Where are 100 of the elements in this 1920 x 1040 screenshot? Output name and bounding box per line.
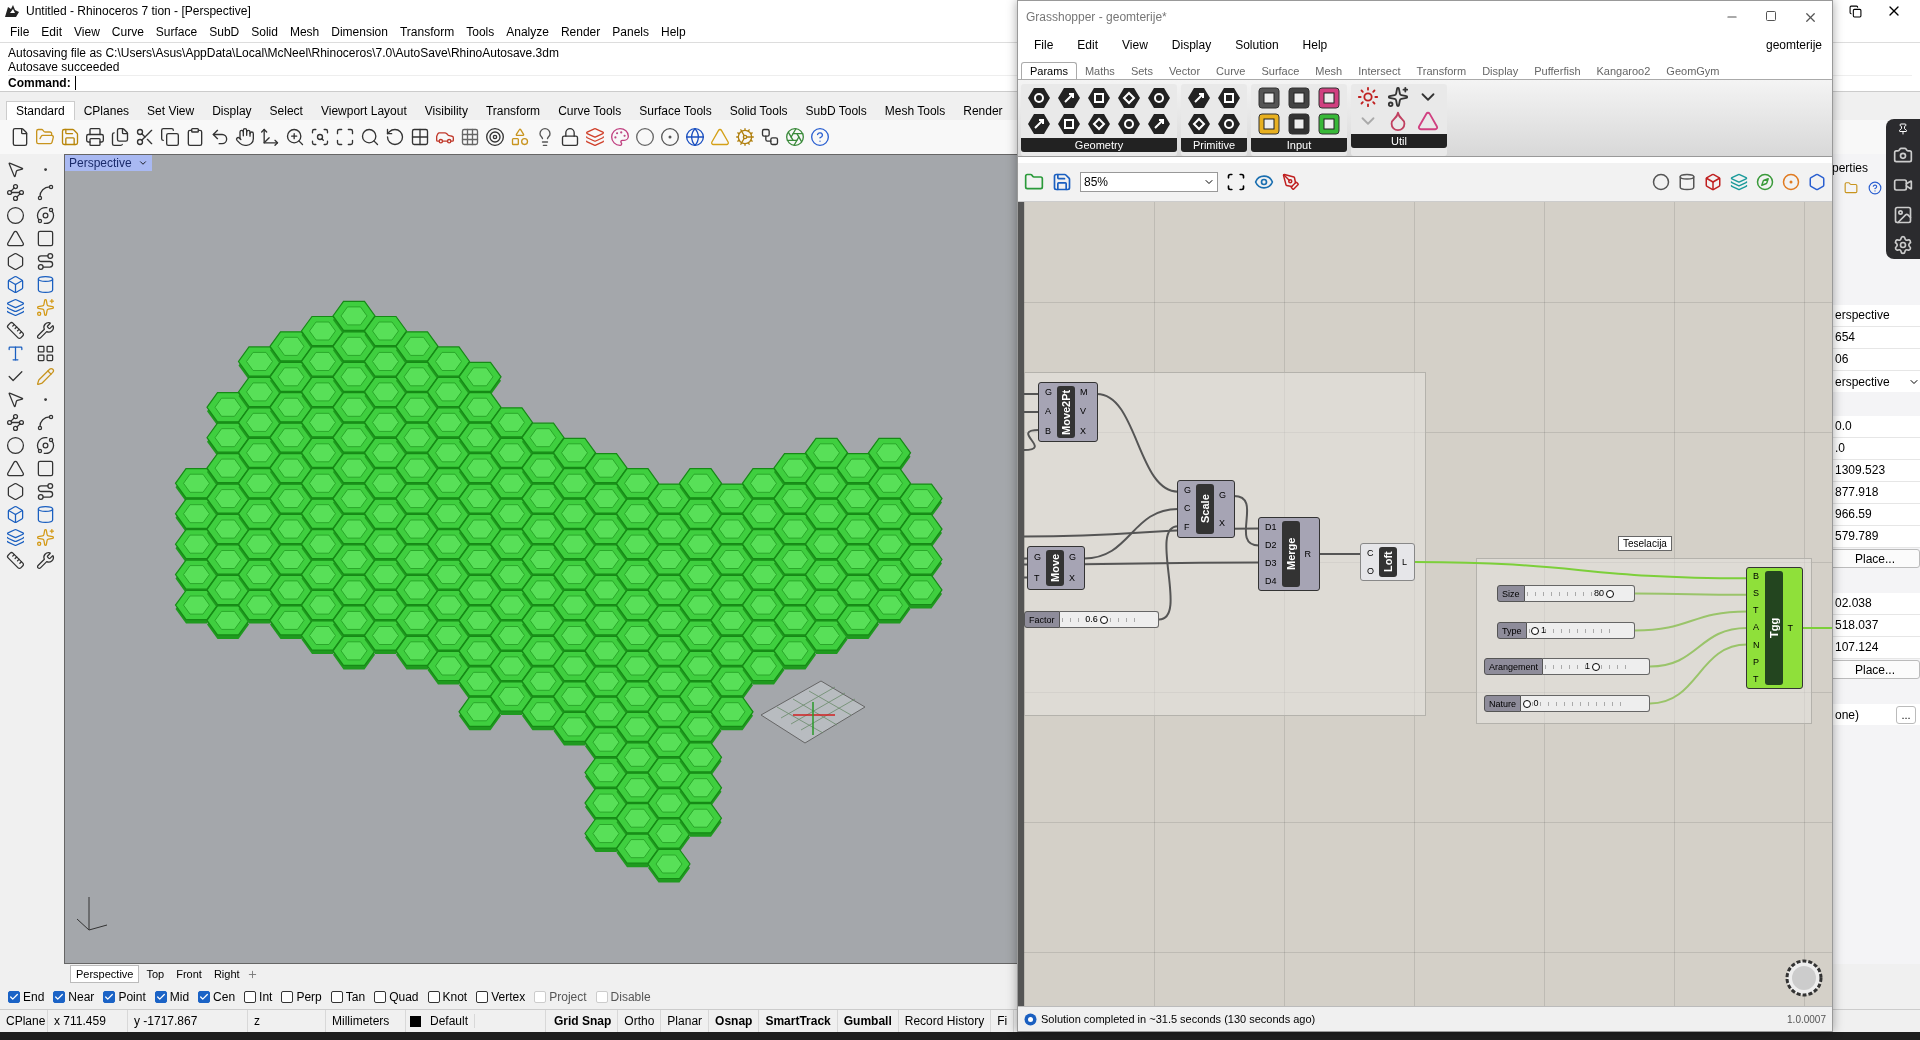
component-icon[interactable] bbox=[1287, 112, 1311, 136]
viewports-icon[interactable] bbox=[410, 127, 430, 147]
menu-item[interactable]: SubD bbox=[203, 25, 246, 39]
menu-item[interactable]: View bbox=[68, 25, 106, 39]
property-field[interactable]: 654 bbox=[1830, 327, 1920, 349]
undo-icon[interactable] bbox=[210, 127, 230, 147]
globe-icon[interactable] bbox=[685, 127, 705, 147]
menu-item[interactable]: File bbox=[4, 25, 36, 39]
menu-item[interactable]: Help bbox=[655, 25, 692, 39]
slider-thumb[interactable] bbox=[1592, 663, 1600, 671]
slider-thumb[interactable] bbox=[1605, 590, 1614, 598]
menu-item[interactable]: Mesh bbox=[283, 25, 326, 39]
slider-track[interactable]: 0 bbox=[1521, 695, 1650, 712]
toolbar-tab[interactable]: Visibility bbox=[415, 102, 477, 120]
property-field[interactable]: 579.789 bbox=[1830, 526, 1920, 548]
ribbon-tab[interactable]: Maths bbox=[1076, 63, 1123, 79]
settings-icon[interactable] bbox=[1893, 235, 1913, 255]
menu-item[interactable]: Dimension bbox=[325, 25, 394, 39]
ribbon-tab[interactable]: Display bbox=[1474, 63, 1527, 79]
property-field[interactable]: erspective bbox=[1830, 305, 1920, 327]
layers-icon[interactable] bbox=[585, 127, 605, 147]
toolbar-tab[interactable]: Mesh Tools bbox=[875, 102, 955, 120]
menu-item[interactable]: Edit bbox=[35, 25, 69, 39]
toolbar-tab[interactable]: SubD Tools bbox=[796, 102, 876, 120]
grid-icon[interactable] bbox=[36, 344, 55, 363]
component-icon[interactable] bbox=[1217, 86, 1241, 110]
menu-item[interactable]: Analyze bbox=[500, 25, 555, 39]
scissors-icon[interactable] bbox=[135, 127, 155, 147]
ribbon-tab[interactable]: Pufferfish bbox=[1526, 63, 1589, 79]
restore-icon[interactable] bbox=[1849, 4, 1862, 18]
slider-track[interactable]: 1 bbox=[1543, 658, 1650, 675]
checkbox[interactable] bbox=[244, 990, 257, 1003]
toolbar-tab[interactable]: Set View bbox=[138, 102, 204, 120]
ribbon-tab[interactable]: Surface bbox=[1253, 63, 1308, 79]
slider-thumb[interactable] bbox=[1531, 627, 1540, 635]
menu-item[interactable]: Surface bbox=[149, 25, 204, 39]
property-field[interactable]: 1309.523 bbox=[1830, 460, 1920, 482]
browse-button[interactable]: ... bbox=[1896, 705, 1916, 724]
menu-item[interactable]: Display bbox=[1159, 38, 1224, 52]
copy-icon[interactable] bbox=[160, 127, 180, 147]
ruler-icon[interactable] bbox=[6, 551, 25, 570]
property-field[interactable]: 518.037 bbox=[1830, 615, 1920, 637]
folder-icon[interactable] bbox=[35, 127, 55, 147]
wrench-icon[interactable] bbox=[36, 321, 55, 340]
shapes-icon[interactable] bbox=[510, 127, 530, 147]
component-icon[interactable] bbox=[1117, 86, 1141, 110]
new-file-icon[interactable] bbox=[10, 127, 30, 147]
toolbar-tab[interactable]: CPlanes bbox=[74, 102, 139, 120]
ribbon-tab[interactable]: Sets bbox=[1122, 63, 1161, 79]
pointer-icon[interactable] bbox=[6, 390, 25, 409]
slider-track[interactable]: 80 bbox=[1524, 585, 1635, 602]
toolbar-tab[interactable]: Transform bbox=[476, 102, 550, 120]
checkbox[interactable] bbox=[476, 990, 489, 1003]
layers-icon[interactable] bbox=[6, 528, 25, 547]
route-icon[interactable] bbox=[36, 482, 55, 501]
place-button[interactable]: Place... bbox=[1830, 660, 1920, 679]
property-field[interactable]: 966.59 bbox=[1830, 504, 1920, 526]
viewport-tab[interactable]: Front bbox=[171, 966, 207, 982]
menu-item[interactable]: Help bbox=[1290, 38, 1340, 52]
undo-view-icon[interactable] bbox=[385, 127, 405, 147]
toolbar-tab[interactable]: Display bbox=[203, 102, 261, 120]
viewport-tab[interactable]: Right bbox=[208, 966, 245, 982]
component-icon[interactable] bbox=[1317, 112, 1341, 136]
slider-thumb[interactable] bbox=[1099, 616, 1108, 624]
image-icon[interactable] bbox=[1893, 205, 1913, 225]
viewport-title-tab[interactable]: Perspective bbox=[65, 155, 152, 171]
triangle-icon[interactable] bbox=[6, 459, 25, 478]
component-icon[interactable] bbox=[1117, 112, 1141, 136]
menu-item[interactable]: Solid bbox=[245, 25, 284, 39]
menu-item[interactable]: Transform bbox=[393, 25, 461, 39]
menu-item[interactable]: File bbox=[1022, 38, 1066, 52]
files-icon[interactable] bbox=[110, 127, 130, 147]
search-icon[interactable] bbox=[360, 127, 380, 147]
slider-track[interactable]: 1 bbox=[1526, 622, 1635, 639]
curve-icon[interactable] bbox=[36, 413, 55, 432]
component-icon[interactable] bbox=[1087, 86, 1111, 110]
zoom-field[interactable]: 85% bbox=[1080, 172, 1218, 192]
maximize-icon[interactable] bbox=[1765, 9, 1777, 22]
camera-icon[interactable] bbox=[1893, 145, 1913, 165]
rectangle-icon[interactable] bbox=[36, 459, 55, 478]
property-dropdown[interactable]: erspective bbox=[1830, 371, 1920, 392]
ruler-icon[interactable] bbox=[6, 321, 25, 340]
color-wheel-icon[interactable] bbox=[610, 127, 630, 147]
rectangle-icon[interactable] bbox=[36, 229, 55, 248]
component-icon[interactable] bbox=[1287, 86, 1311, 110]
zoom-extents-icon[interactable] bbox=[1226, 172, 1246, 192]
toolbar-tab[interactable]: Standard bbox=[6, 101, 75, 120]
grid-icon[interactable] bbox=[460, 127, 480, 147]
component-icon[interactable] bbox=[1147, 86, 1171, 110]
status-layer[interactable]: Default bbox=[424, 1014, 476, 1028]
property-field[interactable]: .0 bbox=[1830, 438, 1920, 460]
text-icon[interactable] bbox=[6, 344, 25, 363]
ribbon-tab[interactable]: Kangaroo2 bbox=[1588, 63, 1659, 79]
toolbar-tab[interactable]: Select bbox=[260, 102, 312, 120]
toolbar-tab[interactable]: Surface Tools bbox=[630, 102, 721, 120]
navigation-gadget-icon[interactable] bbox=[1784, 958, 1824, 998]
add-tab-icon[interactable] bbox=[246, 968, 258, 980]
save-icon[interactable] bbox=[1052, 172, 1072, 192]
menu-item[interactable]: Solution bbox=[1223, 38, 1291, 52]
component-icon[interactable] bbox=[1087, 112, 1111, 136]
